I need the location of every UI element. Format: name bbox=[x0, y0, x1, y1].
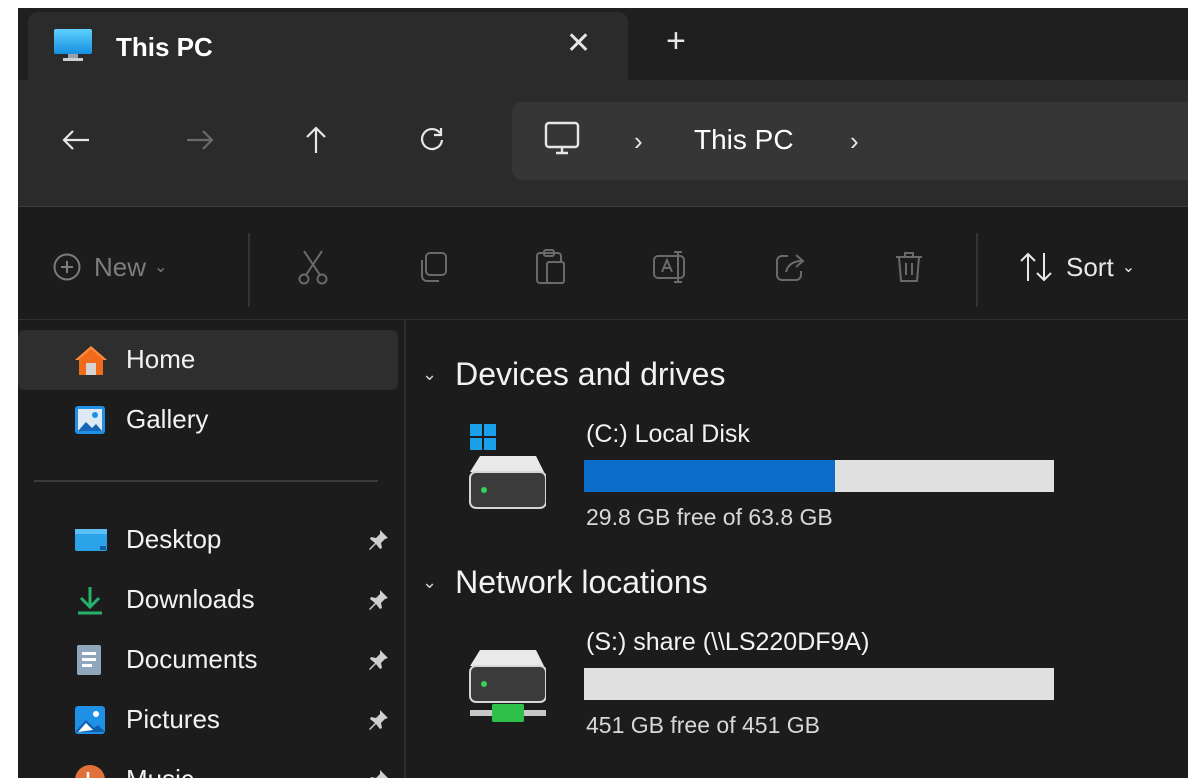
refresh-button[interactable] bbox=[412, 120, 452, 160]
sidebar-item-label: Desktop bbox=[126, 524, 222, 554]
group-title: Network locations bbox=[455, 564, 708, 600]
drive-usage-bar bbox=[584, 668, 1054, 700]
sort-button[interactable]: Sort ⌄ bbox=[1018, 249, 1135, 285]
drive-s-network-share[interactable]: (S:) share (\\LS220DF9A) 451 GB free of … bbox=[446, 628, 1106, 758]
local-disk-icon bbox=[456, 420, 547, 521]
trash-icon bbox=[896, 252, 922, 282]
sidebar-separator bbox=[34, 480, 378, 482]
sidebar-item-label: Downloads bbox=[126, 584, 255, 614]
pin-icon[interactable] bbox=[366, 708, 390, 737]
tab-this-pc[interactable]: This PC ✕ bbox=[28, 12, 628, 86]
arrow-left-icon bbox=[62, 130, 89, 150]
chevron-down-icon: ⌄ bbox=[1121, 259, 1136, 276]
home-icon bbox=[74, 344, 107, 376]
sidebar-item-music[interactable]: Music bbox=[18, 750, 398, 778]
drive-name: (C:) Local Disk bbox=[586, 420, 750, 448]
sidebar-item-label: Pictures bbox=[126, 704, 220, 734]
delete-button[interactable] bbox=[894, 249, 924, 285]
sort-label: Sort bbox=[1066, 251, 1114, 282]
sidebar-item-desktop[interactable]: Desktop bbox=[18, 510, 398, 570]
breadcrumb-this-pc[interactable]: This PC bbox=[694, 124, 794, 156]
gallery-icon bbox=[74, 404, 106, 436]
share-button[interactable] bbox=[774, 249, 808, 285]
toolbar-separator bbox=[248, 233, 250, 307]
paste-button[interactable] bbox=[534, 249, 568, 285]
close-tab-button[interactable]: ✕ bbox=[566, 26, 591, 61]
downloads-icon bbox=[74, 584, 106, 616]
copy-icon bbox=[421, 252, 447, 282]
new-button[interactable]: New ⌄ bbox=[52, 249, 167, 285]
arrow-up-icon bbox=[306, 126, 326, 153]
drive-usage-fill bbox=[584, 460, 835, 492]
sidebar-item-label: Home bbox=[126, 344, 196, 374]
drive-free-space: 29.8 GB free of 63.8 GB bbox=[586, 504, 833, 530]
up-button[interactable] bbox=[296, 120, 336, 160]
refresh-icon bbox=[420, 127, 444, 151]
network-drive-icon bbox=[456, 628, 547, 733]
breadcrumb-separator[interactable]: › bbox=[634, 126, 643, 157]
group-devices-and-drives[interactable]: ⌄ Devices and drives bbox=[422, 356, 725, 393]
navigation-bar: › This PC › bbox=[18, 80, 1188, 206]
tab-title: This PC bbox=[116, 32, 213, 62]
back-button[interactable] bbox=[56, 120, 96, 160]
sidebar-item-documents[interactable]: Documents bbox=[18, 630, 398, 690]
plus-circle-icon bbox=[53, 253, 81, 281]
monitor-icon bbox=[53, 28, 93, 67]
toolbar-separator bbox=[976, 233, 978, 307]
command-bar: New ⌄ Sort ⌄ bbox=[18, 207, 1188, 319]
pin-icon[interactable] bbox=[366, 768, 390, 778]
address-bar[interactable]: › This PC › bbox=[512, 102, 1188, 180]
sort-icon bbox=[1020, 252, 1052, 282]
clipboard-icon bbox=[536, 249, 565, 284]
sidebar-item-label: Documents bbox=[126, 644, 258, 674]
drive-usage-bar bbox=[584, 460, 1054, 492]
desktop-icon bbox=[74, 524, 107, 556]
sidebar-item-label: Gallery bbox=[126, 404, 209, 434]
sidebar-item-label: Music bbox=[126, 764, 194, 778]
breadcrumb-separator-end[interactable]: › bbox=[850, 126, 859, 157]
documents-icon bbox=[74, 644, 106, 676]
scissors-icon bbox=[298, 250, 328, 285]
share-icon bbox=[776, 254, 805, 281]
sidebar-item-downloads[interactable]: Downloads bbox=[18, 570, 398, 630]
pin-icon[interactable] bbox=[366, 588, 390, 617]
new-label: New bbox=[94, 251, 147, 282]
forward-button[interactable] bbox=[180, 120, 220, 160]
pin-icon[interactable] bbox=[366, 528, 390, 557]
navigation-pane: Home Gallery Desktop Downloads Documents… bbox=[18, 320, 404, 778]
copy-button[interactable] bbox=[416, 249, 450, 285]
pictures-icon bbox=[74, 704, 106, 736]
tab-strip: This PC ✕ + bbox=[18, 8, 1188, 86]
pin-icon[interactable] bbox=[366, 648, 390, 677]
group-title: Devices and drives bbox=[455, 356, 726, 392]
file-explorer-window: This PC ✕ + › This PC › New ⌄ Sort ⌄ Hom… bbox=[18, 8, 1188, 778]
new-tab-button[interactable]: + bbox=[666, 22, 686, 61]
drive-c-local-disk[interactable]: (C:) Local Disk 29.8 GB free of 63.8 GB bbox=[446, 420, 1106, 550]
content-pane: ⌄ Devices and drives (C:) Local Disk 29.… bbox=[406, 320, 1188, 778]
arrow-right-icon bbox=[187, 130, 214, 150]
drive-free-space: 451 GB free of 451 GB bbox=[586, 712, 820, 738]
sidebar-item-home[interactable]: Home bbox=[18, 330, 398, 390]
chevron-down-icon: ⌄ bbox=[154, 259, 168, 276]
drive-name: (S:) share (\\LS220DF9A) bbox=[586, 628, 870, 656]
sidebar-item-pictures[interactable]: Pictures bbox=[18, 690, 398, 750]
rename-button[interactable] bbox=[652, 249, 690, 285]
cut-button[interactable] bbox=[296, 249, 330, 285]
rename-icon bbox=[653, 251, 685, 283]
group-network-locations[interactable]: ⌄ Network locations bbox=[422, 564, 708, 601]
chevron-down-icon: ⌄ bbox=[422, 572, 438, 592]
this-pc-icon bbox=[542, 120, 582, 165]
sidebar-item-gallery[interactable]: Gallery bbox=[18, 390, 398, 450]
chevron-down-icon: ⌄ bbox=[422, 364, 438, 384]
music-icon bbox=[74, 764, 106, 778]
